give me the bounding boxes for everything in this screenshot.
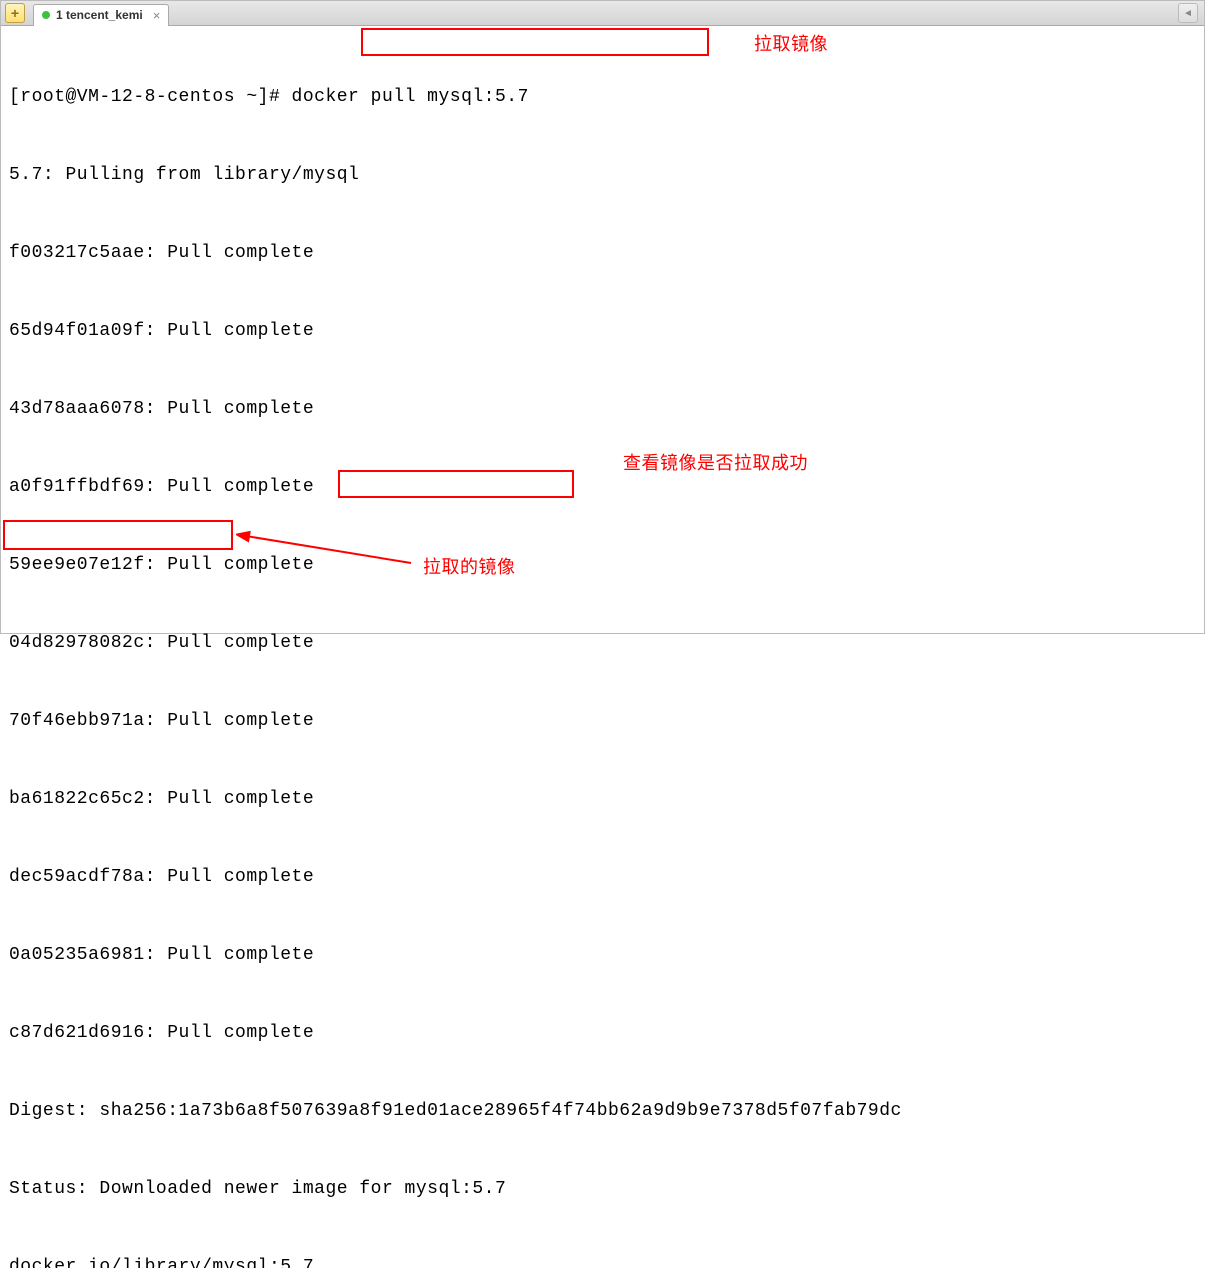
terminal-line: docker.io/library/mysql:5.7: [9, 1254, 1196, 1268]
tab-bar: + 1 tencent_kemi × ◄: [1, 1, 1204, 26]
terminal-line: 43d78aaa6078: Pull complete: [9, 396, 1196, 422]
terminal-line: Digest: sha256:1a73b6a8f507639a8f91ed01a…: [9, 1098, 1196, 1124]
terminal-line: a0f91ffbdf69: Pull complete: [9, 474, 1196, 500]
terminal-output[interactable]: [root@VM-12-8-centos ~]# docker pull mys…: [1, 26, 1204, 1268]
plus-icon: +: [11, 6, 19, 20]
terminal-line: 70f46ebb971a: Pull complete: [9, 708, 1196, 734]
highlight-docker-pull: [361, 28, 709, 56]
annotation-pull-image: 拉取镜像: [754, 31, 828, 57]
terminal-line: 65d94f01a09f: Pull complete: [9, 318, 1196, 344]
terminal-line: f003217c5aae: Pull complete: [9, 240, 1196, 266]
tabs-overflow-button[interactable]: ◄: [1178, 3, 1198, 23]
connection-status-icon: [42, 11, 50, 19]
terminal-line: Status: Downloaded newer image for mysql…: [9, 1176, 1196, 1202]
tab-label: 1 tencent_kemi: [56, 8, 143, 22]
shell-prompt: [root@VM-12-8-centos ~]#: [9, 87, 292, 107]
shell-command: docker pull mysql:5.7: [292, 87, 529, 107]
add-tab-button[interactable]: +: [5, 3, 25, 23]
terminal-line: 5.7: Pulling from library/mysql: [9, 162, 1196, 188]
tab-tencent-kemi[interactable]: 1 tencent_kemi ×: [33, 4, 169, 26]
terminal-line: 0a05235a6981: Pull complete: [9, 942, 1196, 968]
terminal-line: ba61822c65c2: Pull complete: [9, 786, 1196, 812]
annotation-check-images: 查看镜像是否拉取成功: [623, 450, 808, 476]
terminal-line: 59ee9e07e12f: Pull complete: [9, 552, 1196, 578]
close-icon[interactable]: ×: [153, 8, 161, 23]
terminal-line: c87d621d6916: Pull complete: [9, 1020, 1196, 1046]
highlight-mysql-row: [3, 520, 233, 550]
terminal-line: dec59acdf78a: Pull complete: [9, 864, 1196, 890]
terminal-line: [root@VM-12-8-centos ~]# docker pull mys…: [9, 84, 1196, 110]
